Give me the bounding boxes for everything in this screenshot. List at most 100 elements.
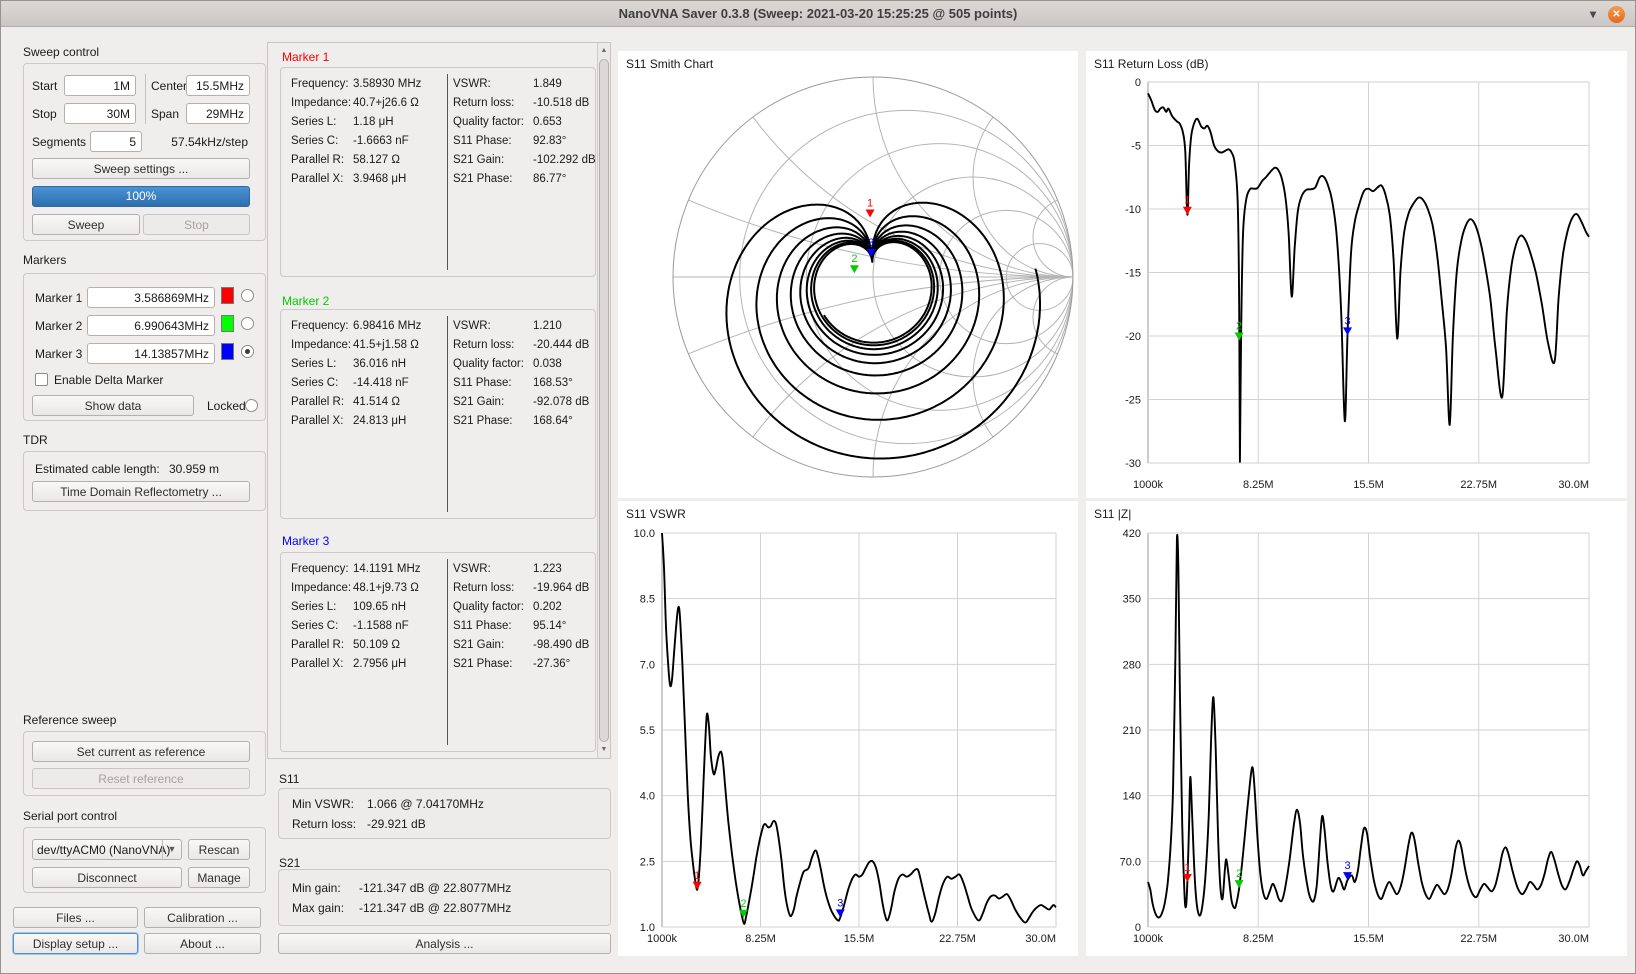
manage-button[interactable]: Manage: [188, 867, 250, 888]
calibration-button[interactable]: Calibration ...: [144, 907, 261, 928]
svg-text:22.75M: 22.75M: [939, 933, 976, 945]
field-label: Series C:: [291, 135, 338, 147]
reset-reference-button[interactable]: Reset reference: [32, 768, 250, 789]
set-reference-button[interactable]: Set current as reference: [32, 741, 250, 762]
field-value: 0.653: [533, 116, 562, 128]
show-data-button[interactable]: Show data: [32, 395, 194, 416]
marker1-radio[interactable]: [241, 289, 254, 302]
svg-text:2: 2: [851, 253, 857, 265]
column-separator: [145, 74, 146, 124]
z-magnitude-chart-panel[interactable]: 1000k8.25M15.5M22.75M30.0M42035028021014…: [1086, 501, 1627, 956]
scroll-up-icon[interactable]: ▲: [598, 44, 610, 58]
field-value: -92.078 dB: [533, 396, 589, 408]
svg-text:7.0: 7.0: [640, 659, 655, 671]
vswr-chart-panel[interactable]: 1000k8.25M15.5M22.75M30.0M10.08.57.05.54…: [618, 501, 1078, 956]
field-value: -121.347 dB @ 22.8077MHz: [359, 881, 511, 895]
smith-chart-panel[interactable]: 123S11 Smith Chart: [618, 51, 1078, 498]
tdr-group: Estimated cable length: 30.959 m Time Do…: [23, 451, 266, 511]
enable-delta-marker-checkbox[interactable]: [35, 373, 48, 386]
field-label: Parallel R:: [291, 396, 344, 408]
field-label: Return loss:: [453, 582, 514, 594]
serial-port-select[interactable]: dev/ttyACM0 (NanoVNA) ▼: [32, 839, 182, 860]
field-value: -19.964 dB: [533, 582, 589, 594]
s21-section-label: S21: [279, 856, 300, 870]
field-value: -27.36°: [533, 658, 570, 670]
display-setup-button[interactable]: Display setup ...: [13, 933, 138, 954]
svg-text:1000k: 1000k: [1133, 933, 1163, 945]
step-size-label: 57.54kHz/step: [171, 135, 248, 149]
span-input[interactable]: [186, 103, 250, 124]
svg-text:-25: -25: [1125, 395, 1141, 407]
chart-grid: [1148, 82, 1589, 463]
marker2-color-swatch[interactable]: [221, 315, 234, 332]
title-bar: NanoVNA Saver 0.3.8 (Sweep: 2021-03-20 1…: [1, 1, 1635, 27]
stop-button[interactable]: Stop: [143, 214, 250, 235]
smith-chart-svg: 123S11 Smith Chart: [618, 51, 1078, 498]
rescan-button[interactable]: Rescan: [188, 839, 250, 860]
marker3-color-swatch[interactable]: [221, 343, 234, 360]
marker3-radio[interactable]: [241, 345, 254, 358]
field-value: 6.98416 MHz: [353, 320, 421, 332]
field-label: Parallel R:: [291, 639, 344, 651]
about-button[interactable]: About ...: [144, 933, 261, 954]
vertical-scrollbar[interactable]: ▲ ▼: [597, 43, 610, 758]
window-title: NanoVNA Saver 0.3.8 (Sweep: 2021-03-20 1…: [619, 6, 1018, 21]
tdr-button[interactable]: Time Domain Reflectometry ...: [32, 481, 250, 502]
disconnect-button[interactable]: Disconnect: [32, 867, 182, 888]
scroll-down-icon[interactable]: ▼: [598, 743, 610, 757]
svg-text:-20: -20: [1125, 331, 1141, 343]
sweep-control-section-label: Sweep control: [23, 45, 99, 59]
field-value: 50.109 Ω: [353, 639, 400, 651]
s11_vswr-svg: 1000k8.25M15.5M22.75M30.0M10.08.57.05.54…: [618, 501, 1078, 956]
svg-text:140: 140: [1123, 791, 1141, 803]
svg-text:8.25M: 8.25M: [1243, 479, 1274, 491]
s11_z_magnitude-svg: 1000k8.25M15.5M22.75M30.0M42035028021014…: [1086, 501, 1627, 956]
marker-1-data-panel: Frequency:3.58930 MHzVSWR:1.849Impedance…: [280, 67, 596, 277]
field-value: 24.813 μH: [353, 415, 406, 427]
markers-section-label: Markers: [23, 253, 66, 267]
svg-text:70.0: 70.0: [1120, 856, 1141, 868]
analysis-button[interactable]: Analysis ...: [278, 933, 611, 954]
svg-text:3: 3: [868, 237, 874, 249]
field-value: 1.210: [533, 320, 562, 332]
marker1-color-swatch[interactable]: [221, 287, 234, 304]
sweep-settings-button[interactable]: Sweep settings ...: [32, 158, 250, 179]
files-button[interactable]: Files ...: [13, 907, 138, 928]
start-label: Start: [32, 79, 57, 93]
svg-text:22.75M: 22.75M: [1460, 479, 1497, 491]
field-value: 2.7956 μH: [353, 658, 406, 670]
chart-title: S11 |Z|: [1094, 507, 1131, 521]
stop-input[interactable]: [64, 103, 136, 124]
serial-port-section-label: Serial port control: [23, 809, 117, 823]
field-value: 0.202: [533, 601, 562, 613]
marker2-label: Marker 2: [35, 319, 82, 333]
reference-sweep-section-label: Reference sweep: [23, 713, 116, 727]
center-input[interactable]: [186, 75, 250, 96]
marker-1-panel-title: Marker 1: [282, 50, 329, 64]
svg-text:15.5M: 15.5M: [1353, 933, 1384, 945]
field-label: S21 Phase:: [453, 658, 512, 670]
marker1-frequency-input[interactable]: [87, 287, 215, 308]
cable-length-label: Estimated cable length:: [35, 462, 160, 476]
field-value: 41.514 Ω: [353, 396, 400, 408]
field-label: Parallel X:: [291, 415, 343, 427]
s11_return_loss-svg: 1000k8.25M15.5M22.75M30.0M0-5-10-15-20-2…: [1086, 51, 1627, 498]
close-icon[interactable]: ✕: [1608, 6, 1625, 23]
start-input[interactable]: [64, 75, 136, 96]
field-label: S11 Phase:: [453, 377, 512, 389]
segments-input[interactable]: [90, 131, 142, 152]
scrollbar-thumb[interactable]: [599, 59, 609, 742]
marker2-frequency-input[interactable]: [87, 315, 215, 336]
marker-3-panel-title: Marker 3: [282, 534, 329, 548]
field-label: S21 Phase:: [453, 415, 512, 427]
minimize-icon[interactable]: ▾: [1590, 1, 1596, 27]
s21-info-group: Min gain: -121.347 dB @ 22.8077MHz Max g…: [278, 869, 611, 926]
svg-text:1: 1: [1184, 862, 1190, 874]
sweep-button[interactable]: Sweep: [32, 214, 140, 235]
field-label: Series L:: [291, 601, 336, 613]
return-loss-chart-panel[interactable]: 1000k8.25M15.5M22.75M30.0M0-5-10-15-20-2…: [1086, 51, 1627, 498]
marker3-frequency-input[interactable]: [87, 343, 215, 364]
locked-radio[interactable]: [245, 399, 258, 412]
marker2-radio[interactable]: [241, 317, 254, 330]
svg-text:15.5M: 15.5M: [844, 933, 875, 945]
